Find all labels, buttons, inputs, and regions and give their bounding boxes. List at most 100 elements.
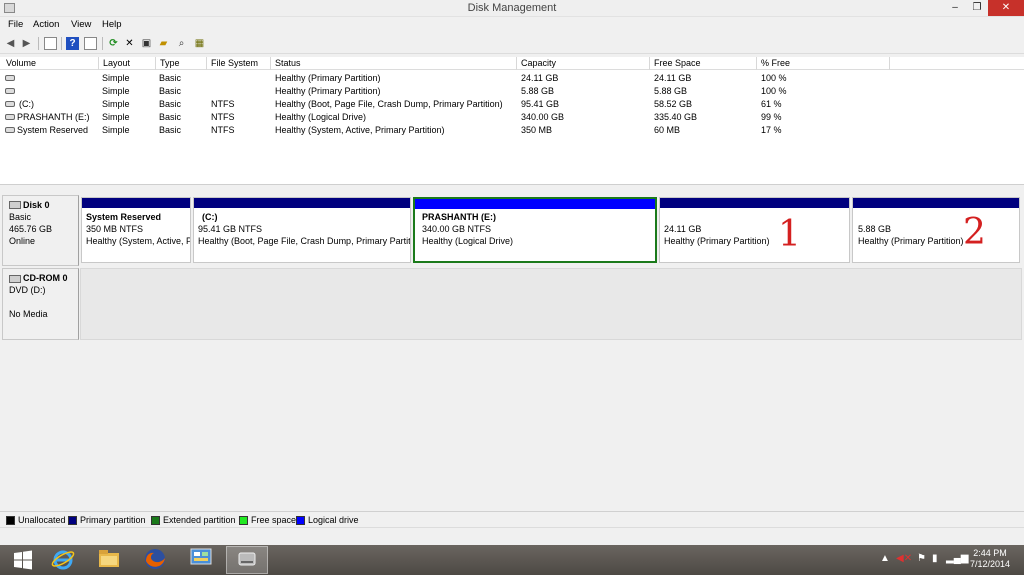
firefox-icon[interactable]	[134, 546, 176, 574]
column-header[interactable]: Layout	[100, 58, 130, 70]
capacity-cell: 24.11 GB	[521, 73, 559, 83]
table-row[interactable]: Simple Basic Healthy (Primary Partition)…	[0, 72, 1024, 85]
search-icon[interactable]: ⌕	[175, 37, 188, 50]
refresh-icon[interactable]: ⟳	[107, 37, 120, 50]
menu-view[interactable]: View	[71, 19, 91, 30]
column-header[interactable]: Status	[272, 58, 301, 70]
column-header[interactable]: % Free	[758, 58, 790, 70]
column-header[interactable]: Capacity	[518, 58, 556, 70]
column-header[interactable]: Free Space	[651, 58, 701, 70]
menu-file[interactable]: File	[8, 19, 23, 30]
free-cell: 335.40 GB	[654, 112, 698, 122]
status-bar	[0, 527, 1024, 541]
capacity-cell: 5.88 GB	[521, 86, 555, 96]
type-cell: Basic	[159, 86, 182, 96]
partition-size: 24.11 GB	[664, 224, 702, 234]
maximize-button[interactable]: ❐	[966, 0, 988, 16]
partition-system-reserved[interactable]: System Reserved 350 MB NTFS Healthy (Sys…	[81, 197, 191, 263]
volume-name: PRASHANTH (E:)	[17, 112, 90, 122]
title-bar: Disk Management – ❐ ✕	[0, 0, 1024, 17]
partition-e-selected[interactable]: PRASHANTH (E:) 340.00 GB NTFS Healthy (L…	[413, 197, 657, 263]
menu-help[interactable]: Help	[102, 19, 122, 30]
type-cell: Basic	[159, 99, 182, 109]
clock[interactable]: 2:44 PM 7/12/2014	[962, 548, 1018, 570]
partition-unnamed-1[interactable]: 24.11 GB Healthy (Primary Partition) 1	[659, 197, 850, 263]
partition-unnamed-2[interactable]: 5.88 GB Healthy (Primary Partition) 2	[852, 197, 1020, 263]
cdrom-name: CD-ROM 0	[23, 273, 68, 283]
cdrom-type: DVD (D:)	[9, 285, 46, 295]
legend-swatch	[68, 516, 77, 525]
cdrom-0-label[interactable]: CD-ROM 0 DVD (D:) No Media	[2, 268, 79, 340]
fs-cell: NTFS	[211, 125, 235, 135]
table-row[interactable]: PRASHANTH (E:) Simple Basic NTFS Healthy…	[0, 111, 1024, 124]
legend-label: Extended partition	[163, 515, 236, 525]
pct-cell: 100 %	[761, 86, 787, 96]
capacity-cell: 95.41 GB	[521, 99, 560, 109]
column-header-row: Volume Layout Type File System Status Ca…	[0, 57, 1024, 70]
settings-icon[interactable]: ▦	[193, 37, 206, 50]
drive-icon	[5, 88, 15, 94]
legend-label: Unallocated	[18, 515, 66, 525]
type-cell: Basic	[159, 73, 182, 83]
volume-name: (C:)	[19, 99, 34, 109]
legend-label: Primary partition	[80, 515, 146, 525]
speaker-muted-icon[interactable]: ◀✕	[896, 553, 912, 564]
new-icon[interactable]: ▣	[140, 37, 153, 50]
layout-cell: Simple	[102, 125, 130, 135]
partition-size: 350 MB NTFS	[86, 224, 144, 234]
start-icon[interactable]	[2, 546, 44, 574]
capacity-cell: 350 MB	[521, 125, 553, 135]
disk-management-icon[interactable]	[226, 546, 268, 574]
pct-cell: 61 %	[761, 99, 782, 109]
layout-cell: Simple	[102, 112, 130, 122]
action-center-icon[interactable]: ⚑	[917, 553, 926, 564]
menu-action[interactable]: Action	[33, 19, 59, 30]
partition-bar	[853, 198, 1019, 208]
legend-swatch	[6, 516, 15, 525]
layout-cell: Simple	[102, 73, 130, 83]
forward-icon[interactable]: ▶	[20, 37, 33, 50]
pct-cell: 99 %	[761, 112, 782, 122]
properties-icon[interactable]	[84, 37, 97, 50]
partition-status: Healthy (Logical Drive)	[422, 236, 514, 246]
pct-cell: 100 %	[761, 73, 787, 83]
drive-icon	[5, 127, 15, 133]
partition-bar	[415, 199, 655, 209]
type-cell: Basic	[159, 112, 182, 122]
drive-icon	[5, 114, 15, 120]
power-icon[interactable]: ▮	[932, 553, 938, 564]
column-header[interactable]: Volume	[3, 58, 36, 70]
volume-list: Volume Layout Type File System Status Ca…	[0, 57, 1024, 185]
help-icon[interactable]: ?	[66, 37, 79, 50]
column-header[interactable]: Type	[157, 58, 180, 70]
table-row[interactable]: (C:) Simple Basic NTFS Healthy (Boot, Pa…	[0, 98, 1024, 111]
free-cell: 24.11 GB	[654, 73, 692, 83]
table-row[interactable]: Simple Basic Healthy (Primary Partition)…	[0, 85, 1024, 98]
partition-status: Healthy (Primary Partition)	[858, 236, 964, 246]
free-cell: 60 MB	[654, 125, 681, 135]
minimize-button[interactable]: –	[944, 0, 966, 16]
control-panel-icon[interactable]	[180, 546, 222, 574]
show-hidden-icons[interactable]: ▲	[880, 553, 890, 564]
cdrom-media: No Media	[9, 309, 48, 319]
table-row[interactable]: System Reserved Simple Basic NTFS Health…	[0, 124, 1024, 137]
console-icon[interactable]	[44, 37, 57, 50]
disk-0-label[interactable]: Disk 0 Basic 465.76 GB Online	[2, 195, 79, 266]
fs-cell: NTFS	[211, 112, 235, 122]
window-title: Disk Management	[467, 2, 557, 14]
legend-label: Free space	[251, 515, 297, 525]
status-cell: Healthy (Primary Partition)	[275, 73, 381, 83]
partition-status: Healthy (Primary Partition)	[664, 236, 770, 246]
handwritten-annotation-2: 2	[963, 212, 986, 253]
column-header[interactable]: File System	[208, 58, 258, 70]
partition-c[interactable]: (C:) 95.41 GB NTFS Healthy (Boot, Page F…	[193, 197, 411, 263]
close-button[interactable]: ✕	[988, 0, 1024, 16]
disk-state: Online	[9, 236, 36, 246]
back-icon[interactable]: ◀	[4, 37, 17, 50]
internet-explorer-icon[interactable]	[42, 546, 84, 574]
layout-cell: Simple	[102, 99, 130, 109]
delete-icon[interactable]: ✕	[123, 37, 136, 50]
file-explorer-icon[interactable]	[88, 546, 130, 574]
partition-bar	[82, 198, 190, 208]
open-icon[interactable]: ▰	[157, 37, 170, 50]
